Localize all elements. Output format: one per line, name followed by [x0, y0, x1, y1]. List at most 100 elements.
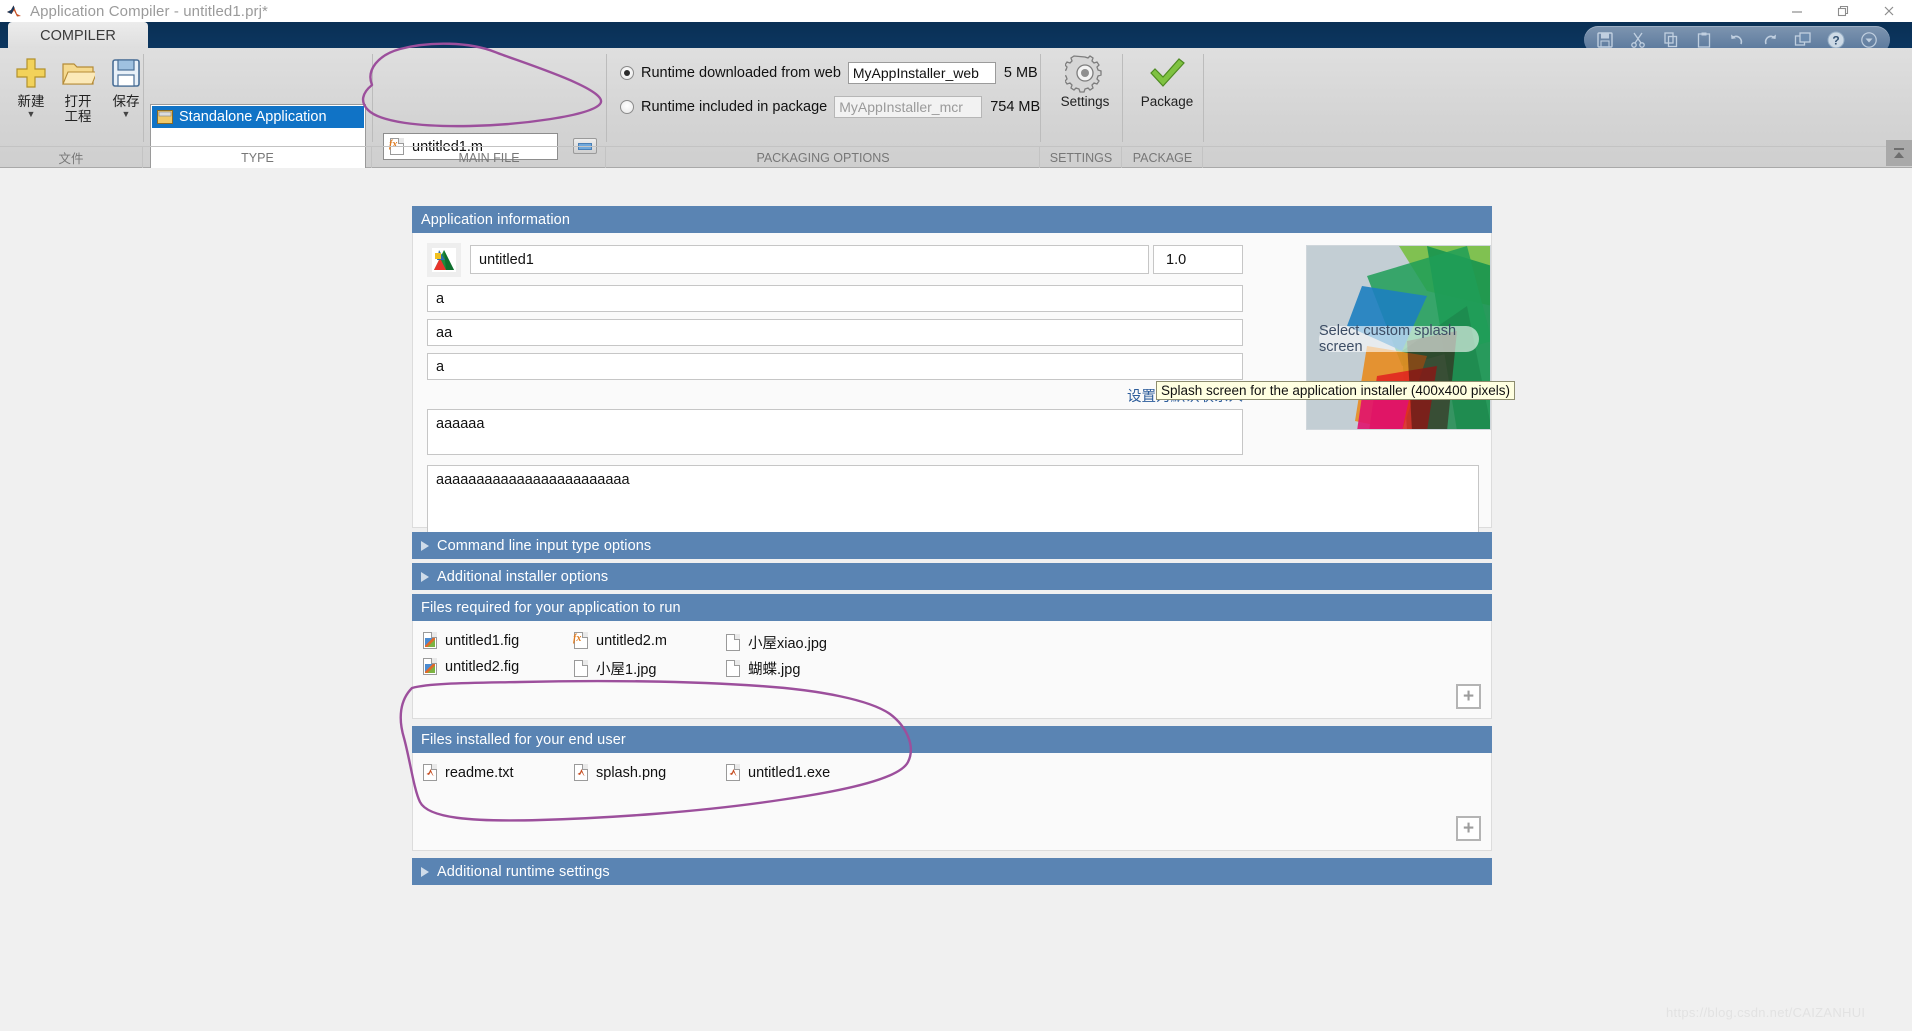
- set-default-contact-link[interactable]: 设置为默认联系人: [427, 384, 1243, 406]
- file-name: 小屋xiao.jpg: [748, 636, 827, 652]
- list-item[interactable]: untitled1.exe: [726, 764, 830, 782]
- add-file-required-button[interactable]: +: [1456, 684, 1481, 709]
- application-name-value: untitled1: [479, 251, 534, 268]
- app-window-icon: [157, 110, 173, 124]
- panel-body-files-installed: readme.txt splash.png untitled1.exe +: [412, 753, 1492, 851]
- company-value: a: [436, 358, 445, 375]
- radio-runtime-web[interactable]: [620, 66, 634, 80]
- minimize-button[interactable]: [1774, 0, 1820, 22]
- window-controls: [1774, 0, 1912, 22]
- application-name-input[interactable]: untitled1: [470, 245, 1149, 274]
- matlab-file-icon: [726, 764, 741, 782]
- author-name-input[interactable]: a: [427, 285, 1243, 312]
- app-thumbnail-icon[interactable]: [427, 243, 461, 277]
- file-name: 小屋1.jpg: [596, 662, 657, 678]
- panel-header-files-installed[interactable]: Files installed for your end user: [412, 726, 1492, 753]
- chevron-right-icon: [421, 866, 429, 877]
- installer-size-web: 5 MB: [1003, 65, 1038, 81]
- application-version-value: 1.0: [1166, 251, 1187, 268]
- company-input[interactable]: a: [427, 353, 1243, 380]
- new-plus-icon: [8, 52, 54, 94]
- close-button[interactable]: [1866, 0, 1912, 22]
- summary-textarea[interactable]: aaaaaa: [427, 409, 1243, 455]
- ribbon-collapse-icon[interactable]: [1886, 140, 1912, 166]
- panel-header-files-required[interactable]: Files required for your application to r…: [412, 594, 1492, 621]
- description-textarea[interactable]: aaaaaaaaaaaaaaaaaaaaaaaa: [427, 465, 1479, 541]
- settings-button[interactable]: Settings: [1050, 52, 1120, 109]
- radio-runtime-included[interactable]: [620, 100, 634, 114]
- watermark: https://blog.csdn.net/CAIZANHUI: [1666, 1005, 1866, 1020]
- section-header-additional-installer[interactable]: Additional installer options: [412, 563, 1492, 590]
- save-button-label: 保存: [112, 94, 140, 109]
- add-file-installed-label: +: [1462, 818, 1475, 839]
- blank-file-icon: [726, 633, 741, 652]
- section-header-command-line[interactable]: Command line input type options: [412, 532, 1492, 559]
- blank-file-icon: [726, 659, 741, 678]
- panel-files-required: Files required for your application to r…: [412, 594, 1492, 719]
- select-splash-label: Select custom splash screen: [1319, 323, 1457, 355]
- email-input[interactable]: aa: [427, 319, 1243, 346]
- panel-header-label: Application information: [421, 211, 570, 228]
- email-value: aa: [436, 324, 453, 341]
- author-name-value: a: [436, 290, 445, 307]
- new-button-caret[interactable]: ▼: [8, 109, 54, 119]
- installer-name-web-value: MyAppInstaller_web: [852, 65, 979, 81]
- section-header-additional-runtime[interactable]: Additional runtime settings: [412, 858, 1492, 885]
- list-item[interactable]: fx untitled2.m: [573, 632, 667, 650]
- splash-screen-tooltip-text: Splash screen for the application instal…: [1161, 383, 1510, 398]
- packaging-option-web-row[interactable]: Runtime downloaded from web MyAppInstall…: [620, 62, 1038, 84]
- list-item[interactable]: 小屋xiao.jpg: [726, 632, 827, 653]
- installer-name-web-input[interactable]: MyAppInstaller_web: [847, 62, 996, 84]
- list-item[interactable]: untitled2.fig: [423, 658, 519, 676]
- section-command-line-input-type-options[interactable]: Command line input type options: [412, 532, 1492, 559]
- new-button[interactable]: 新建 ▼: [8, 52, 54, 119]
- gear-icon: [1050, 52, 1120, 94]
- svg-text:?: ?: [1832, 34, 1839, 48]
- open-project-button[interactable]: 打开 工程: [55, 52, 101, 124]
- section-label-settings: SETTINGS: [1041, 147, 1122, 168]
- section-additional-runtime-settings[interactable]: Additional runtime settings: [412, 858, 1492, 885]
- section-label-additional-runtime: Additional runtime settings: [437, 863, 610, 880]
- packaging-option-mcr-row[interactable]: Runtime included in package MyAppInstall…: [620, 96, 1040, 118]
- type-item-label: Standalone Application: [179, 109, 327, 125]
- file-name: untitled1.fig: [445, 633, 520, 649]
- panel-body-files-required: untitled1.fig fx untitled2.m 小屋xiao.jpg …: [412, 621, 1492, 719]
- main-canvas: Application information untitled1 1.0 a …: [0, 168, 1912, 1031]
- list-item[interactable]: untitled1.fig: [423, 632, 519, 650]
- list-item[interactable]: 蝴蝶.jpg: [726, 658, 800, 679]
- section-label-additional-installer: Additional installer options: [437, 568, 609, 585]
- splash-screen-tooltip: Splash screen for the application instal…: [1156, 381, 1515, 400]
- description-value: aaaaaaaaaaaaaaaaaaaaaaaa: [436, 472, 630, 488]
- list-item[interactable]: splash.png: [574, 764, 666, 782]
- ribbon-body: 新建 ▼ 打开 工程 保存 ▼ Standalone Application f…: [0, 48, 1912, 187]
- list-item[interactable]: readme.txt: [423, 764, 514, 782]
- maximize-button[interactable]: [1820, 0, 1866, 22]
- m-file-icon: fx: [573, 632, 589, 650]
- file-name: readme.txt: [445, 765, 514, 781]
- type-item-standalone-application[interactable]: Standalone Application: [152, 106, 364, 128]
- title-bar: Application Compiler - untitled1.prj*: [0, 0, 1912, 22]
- file-name: splash.png: [596, 765, 667, 781]
- fig-file-icon: [423, 658, 438, 676]
- section-label-command-line: Command line input type options: [437, 537, 652, 554]
- splash-screen-preview[interactable]: Select custom splash screen: [1306, 245, 1491, 430]
- ribbon-section-labels: 文件 TYPE MAIN FILE PACKAGING OPTIONS SETT…: [0, 146, 1912, 168]
- matlab-icon: [6, 3, 22, 19]
- package-button[interactable]: Package: [1132, 52, 1202, 109]
- tab-compiler[interactable]: COMPILER: [8, 22, 148, 49]
- section-label-package: PACKAGE: [1123, 147, 1203, 168]
- panel-header-application-information[interactable]: Application information: [412, 206, 1492, 233]
- matlab-file-icon: [574, 764, 589, 782]
- section-label-packaging: PACKAGING OPTIONS: [607, 147, 1040, 168]
- section-label-main-file: MAIN FILE: [373, 147, 606, 168]
- application-version-input[interactable]: 1.0: [1153, 245, 1243, 274]
- matlab-file-icon: [423, 764, 438, 782]
- select-splash-button[interactable]: Select custom splash screen: [1319, 323, 1479, 355]
- section-additional-installer-options[interactable]: Additional installer options: [412, 563, 1492, 590]
- panel-header-files-installed-label: Files installed for your end user: [421, 731, 626, 748]
- add-file-installed-button[interactable]: +: [1456, 816, 1481, 841]
- list-item[interactable]: 小屋1.jpg: [574, 658, 656, 679]
- summary-value: aaaaaa: [436, 416, 485, 432]
- file-name: 蝴蝶.jpg: [748, 662, 801, 678]
- file-name: untitled2.fig: [445, 659, 520, 675]
